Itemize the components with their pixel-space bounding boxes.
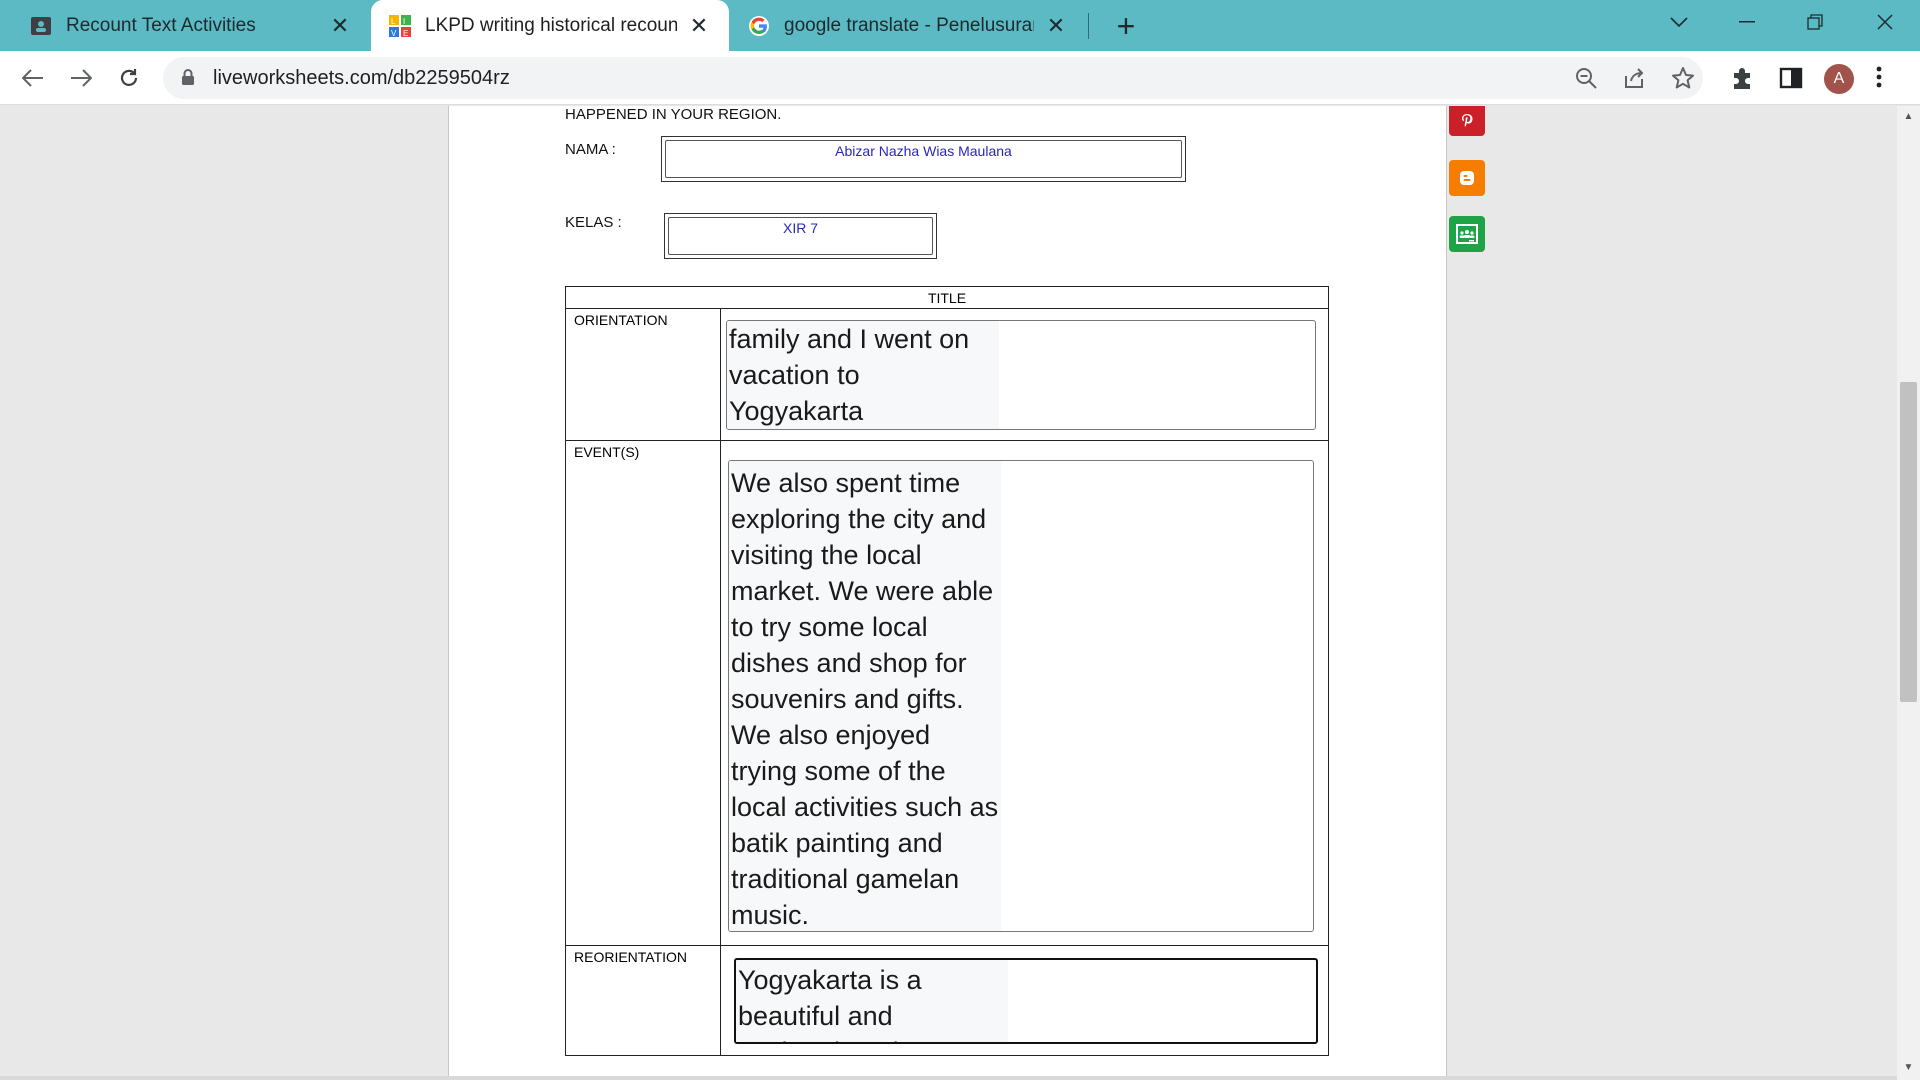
close-icon[interactable]: ✕ (687, 13, 711, 38)
kelas-field[interactable]: XIR 7 (664, 213, 937, 259)
lock-icon[interactable] (181, 68, 195, 91)
nama-label: NAMA : (565, 141, 616, 158)
tab-recount-text[interactable]: Recount Text Activities ✕ (0, 0, 370, 51)
vertical-scrollbar[interactable]: ▲ ▼ (1897, 106, 1920, 1080)
back-arrow-icon[interactable] (14, 59, 52, 97)
tab-separator (1088, 13, 1089, 39)
tab-title: google translate - Penelusuran G (784, 14, 1034, 36)
minimize-icon[interactable] (1720, 0, 1774, 44)
share-icon[interactable] (1622, 66, 1646, 90)
liveworksheets-icon: L I V E (389, 14, 411, 37)
svg-text:E: E (403, 29, 408, 37)
url-text[interactable]: liveworksheets.com/db2259504rz (213, 67, 510, 90)
svg-text:L: L (391, 17, 396, 26)
orientation-answer-box[interactable]: family and I went on vacation to Yogyaka… (726, 320, 1316, 430)
side-panel-icon[interactable] (1778, 65, 1804, 91)
orientation-label: ORIENTATION (565, 308, 721, 441)
extensions-puzzle-icon[interactable] (1730, 65, 1756, 91)
close-icon[interactable]: ✕ (1044, 13, 1068, 38)
close-window-icon[interactable] (1858, 0, 1912, 44)
worksheet-heading: HAPPENED IN YOUR REGION. (565, 106, 782, 123)
profile-avatar[interactable]: A (1824, 64, 1854, 94)
nama-field[interactable]: Abizar Nazha Wias Maulana (661, 136, 1186, 182)
tab-title: LKPD writing historical recount w (425, 14, 677, 36)
zoom-out-icon[interactable] (1574, 66, 1598, 90)
scroll-up-arrow-icon[interactable]: ▲ (1903, 111, 1914, 122)
title-header: TITLE (565, 286, 1329, 309)
reorientation-answer-box[interactable]: Yogyakarta is a beautiful and enchanting… (734, 958, 1318, 1044)
reload-icon[interactable] (110, 59, 148, 97)
page-viewport: HAPPENED IN YOUR REGION. NAMA : Abizar N… (0, 106, 1897, 1080)
kelas-value[interactable]: XIR 7 (668, 217, 933, 255)
scroll-down-arrow-icon[interactable]: ▼ (1903, 1062, 1914, 1073)
tab-strip: Recount Text Activities ✕ L I V E LKPD w… (0, 0, 1920, 51)
tab-google-translate[interactable]: google translate - Penelusuran G ✕ (730, 0, 1086, 51)
events-answer-text[interactable]: We also spent time exploring the city an… (729, 461, 1001, 931)
browser-toolbar: liveworksheets.com/db2259504rz A (0, 51, 1920, 105)
classroom-icon (30, 15, 52, 37)
events-answer-box[interactable]: We also spent time exploring the city an… (728, 460, 1314, 932)
blogger-icon[interactable] (1449, 160, 1485, 196)
close-icon[interactable]: ✕ (328, 13, 352, 38)
pinterest-icon[interactable] (1449, 106, 1485, 136)
reorientation-answer-text[interactable]: Yogyakarta is a beautiful and enchanting… (736, 960, 1008, 1042)
google-icon (748, 15, 770, 37)
new-tab-button[interactable]: + (1108, 8, 1144, 44)
svg-text:I: I (403, 17, 405, 26)
nama-value[interactable]: Abizar Nazha Wias Maulana (665, 140, 1182, 178)
google-classroom-icon[interactable] (1449, 216, 1485, 252)
tab-lkpd-worksheet[interactable]: L I V E LKPD writing historical recount … (371, 0, 729, 51)
restore-icon[interactable] (1788, 0, 1842, 44)
kelas-label: KELAS : (565, 214, 622, 231)
orientation-answer-text[interactable]: family and I went on vacation to Yogyaka… (727, 321, 999, 429)
events-label: EVENT(S) (565, 440, 721, 946)
recount-table: TITLE ORIENTATION family and I went on v… (565, 286, 1329, 1056)
reorientation-label: REORIENTATION (565, 945, 721, 1056)
tab-search-chevron-icon[interactable] (1652, 0, 1706, 44)
address-bar[interactable]: liveworksheets.com/db2259504rz (163, 57, 1703, 99)
forward-arrow-icon[interactable] (62, 59, 100, 97)
svg-text:V: V (391, 29, 397, 37)
bookmark-star-icon[interactable] (1671, 66, 1695, 90)
menu-kebab-icon[interactable] (1875, 65, 1887, 91)
bottom-edge (0, 1076, 1897, 1080)
tab-title: Recount Text Activities (66, 14, 256, 36)
scrollbar-thumb[interactable] (1900, 382, 1917, 702)
